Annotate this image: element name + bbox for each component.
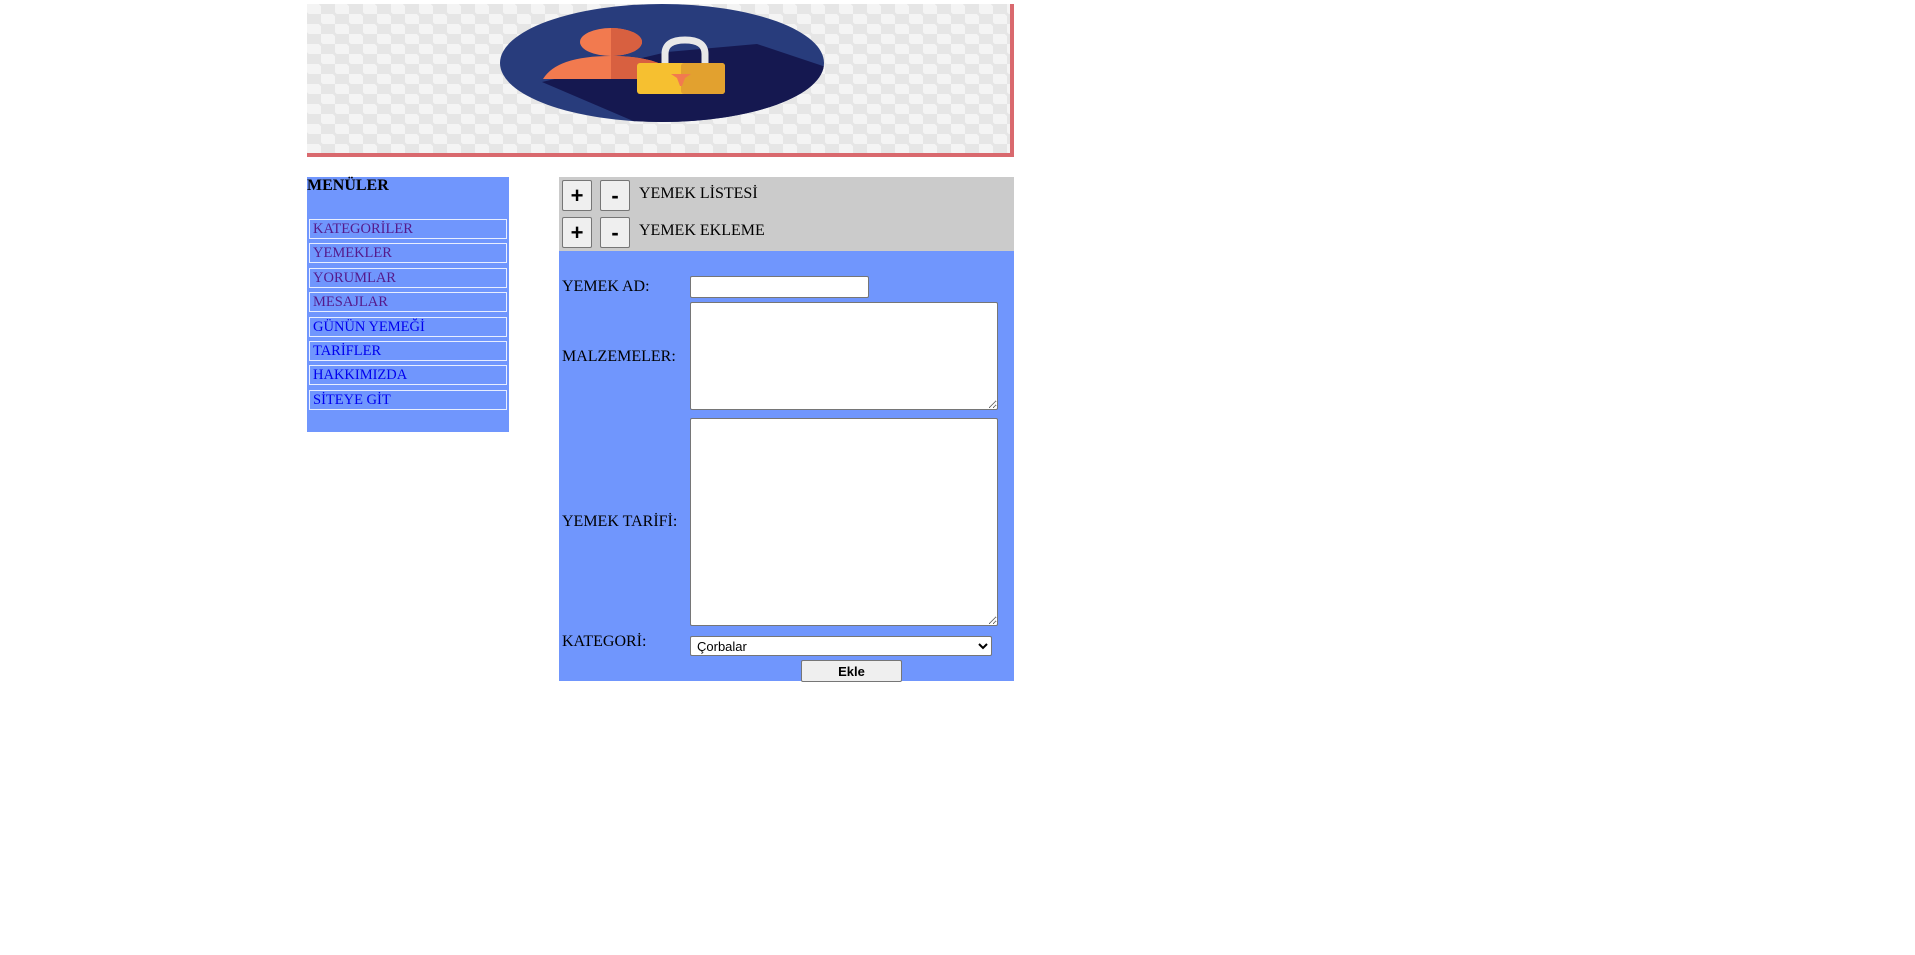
collapse-yemek-listesi-button[interactable]: -	[600, 180, 630, 211]
user-lock-icon	[500, 4, 824, 122]
accordion-yemek-listesi: + - YEMEK LİSTESİ	[559, 177, 1014, 214]
yemek-ad-label: YEMEK AD:	[562, 278, 650, 295]
menu-title: MENÜLER	[307, 177, 389, 194]
malzemeler-textarea[interactable]	[690, 302, 998, 410]
yemek-tarifi-textarea[interactable]	[690, 418, 998, 626]
sidebar-item-hakkimizda[interactable]: HAKKIMIZDA	[309, 365, 507, 386]
kategori-label: KATEGORİ:	[562, 633, 647, 650]
sidebar-item-mesajlar[interactable]: MESAJLAR	[309, 292, 507, 313]
sidebar-item-tarifler[interactable]: TARİFLER	[309, 340, 507, 361]
accordion-title: YEMEK LİSTESİ	[639, 185, 758, 202]
sidebar-item-yorumlar[interactable]: YORUMLAR	[309, 267, 507, 288]
sidebar-item-yemekler[interactable]: YEMEKLER	[309, 243, 507, 264]
sidebar-menu: MENÜLER KATEGORİLER YEMEKLER YORUMLAR ME…	[307, 177, 509, 432]
malzemeler-label: MALZEMELER:	[562, 348, 676, 365]
sidebar-item-gunun-yemegi[interactable]: GÜNÜN YEMEĞİ	[309, 316, 507, 337]
accordion-yemek-ekleme: + - YEMEK EKLEME	[559, 214, 1014, 251]
ekle-button[interactable]: Ekle	[801, 660, 902, 682]
kategori-select[interactable]: Çorbalar	[690, 636, 992, 656]
collapse-yemek-ekleme-button[interactable]: -	[600, 217, 630, 248]
expand-yemek-listesi-button[interactable]: +	[562, 180, 592, 211]
expand-yemek-ekleme-button[interactable]: +	[562, 217, 592, 248]
sidebar-item-kategoriler[interactable]: KATEGORİLER	[309, 219, 507, 239]
header-banner	[307, 4, 1014, 157]
yemek-ekleme-form: YEMEK AD: MALZEMELER: YEMEK TARİFİ: KATE…	[559, 251, 1014, 682]
accordion-title: YEMEK EKLEME	[639, 222, 765, 239]
yemek-ad-input[interactable]	[690, 276, 869, 298]
sidebar-item-siteye-git[interactable]: SİTEYE GİT	[309, 389, 507, 410]
content-panel: + - YEMEK LİSTESİ + - YEMEK EKLEME YEMEK…	[559, 177, 1014, 682]
yemek-tarifi-label: YEMEK TARİFİ:	[562, 513, 678, 530]
menu-list: KATEGORİLER YEMEKLER YORUMLAR MESAJLAR G…	[309, 219, 507, 414]
